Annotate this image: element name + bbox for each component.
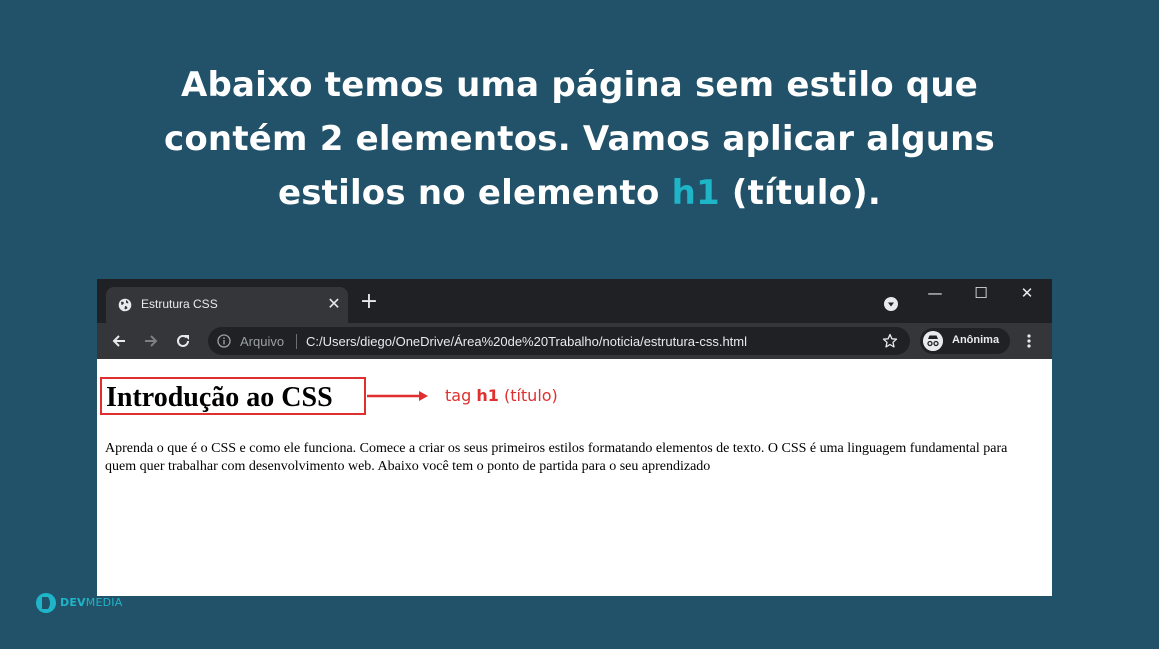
logo-text-dev: DEV: [60, 596, 86, 609]
headline: Abaixo temos uma página sem estilo que c…: [0, 58, 1159, 220]
h1-annotation: tag h1 (título): [445, 386, 558, 405]
address-bar-url[interactable]: C:/Users/diego/OneDrive/Área%20de%20Trab…: [306, 334, 747, 349]
devmedia-logo-text: DEVMEDIA: [60, 596, 122, 609]
headline-line-3-end: (título).: [719, 173, 882, 213]
info-icon[interactable]: [217, 334, 231, 348]
arrow-left-icon[interactable]: [110, 332, 128, 350]
annotation-suffix: (título): [498, 386, 558, 405]
devmedia-logo-icon: [36, 593, 56, 613]
minimize-button[interactable]: —: [912, 279, 958, 309]
tab-close-icon[interactable]: ✕: [325, 295, 343, 313]
arrow-right-icon[interactable]: [142, 332, 160, 350]
browser-toolbar: Arquivo C:/Users/diego/OneDrive/Área%20d…: [97, 323, 1052, 359]
annotation-prefix: tag: [445, 386, 477, 405]
profile-label: Anônima: [952, 334, 1000, 346]
page-paragraph: Aprenda o que é o CSS e como ele funcion…: [105, 441, 1008, 474]
browser-window: Estrutura CSS ✕ + — ☐ ✕ Arquivo C:/Users…: [97, 279, 1052, 596]
globe-icon: [118, 298, 132, 312]
tab-estrutura-css[interactable]: Estrutura CSS ✕: [106, 287, 348, 323]
annotation-tag: h1: [476, 386, 499, 405]
arrow-right-icon: [367, 391, 428, 401]
headline-line-1: Abaixo temos uma página sem estilo que: [180, 65, 979, 105]
tab-bar: Estrutura CSS ✕ + — ☐ ✕: [97, 279, 1052, 323]
web-page-content: Introdução ao CSS tag h1 (título) Aprend…: [97, 359, 1052, 596]
address-bar[interactable]: Arquivo C:/Users/diego/OneDrive/Área%20d…: [208, 327, 910, 355]
tab-search-icon[interactable]: [884, 297, 898, 311]
kebab-menu-icon[interactable]: [1025, 332, 1033, 350]
headline-line-3: estilos no elemento h1 (título).: [0, 166, 1159, 220]
tab-title: Estrutura CSS: [141, 297, 218, 311]
incognito-icon: [923, 331, 943, 351]
logo-text-media: MEDIA: [85, 596, 123, 609]
headline-line-2: contém 2 elementos. Vamos aplicar alguns: [164, 119, 995, 159]
close-window-button[interactable]: ✕: [1004, 279, 1050, 309]
incognito-profile-button[interactable]: Anônima: [920, 328, 1010, 354]
headline-line-3-text: estilos no elemento: [277, 173, 672, 213]
address-bar-label: Arquivo: [240, 334, 285, 349]
star-icon[interactable]: [882, 333, 898, 349]
address-bar-divider: [296, 334, 297, 349]
page-heading: Introdução ao CSS: [106, 382, 333, 413]
headline-highlight: h1: [671, 173, 720, 213]
new-tab-button[interactable]: +: [359, 291, 379, 313]
maximize-button[interactable]: ☐: [958, 279, 1004, 309]
reload-icon[interactable]: [174, 332, 192, 350]
